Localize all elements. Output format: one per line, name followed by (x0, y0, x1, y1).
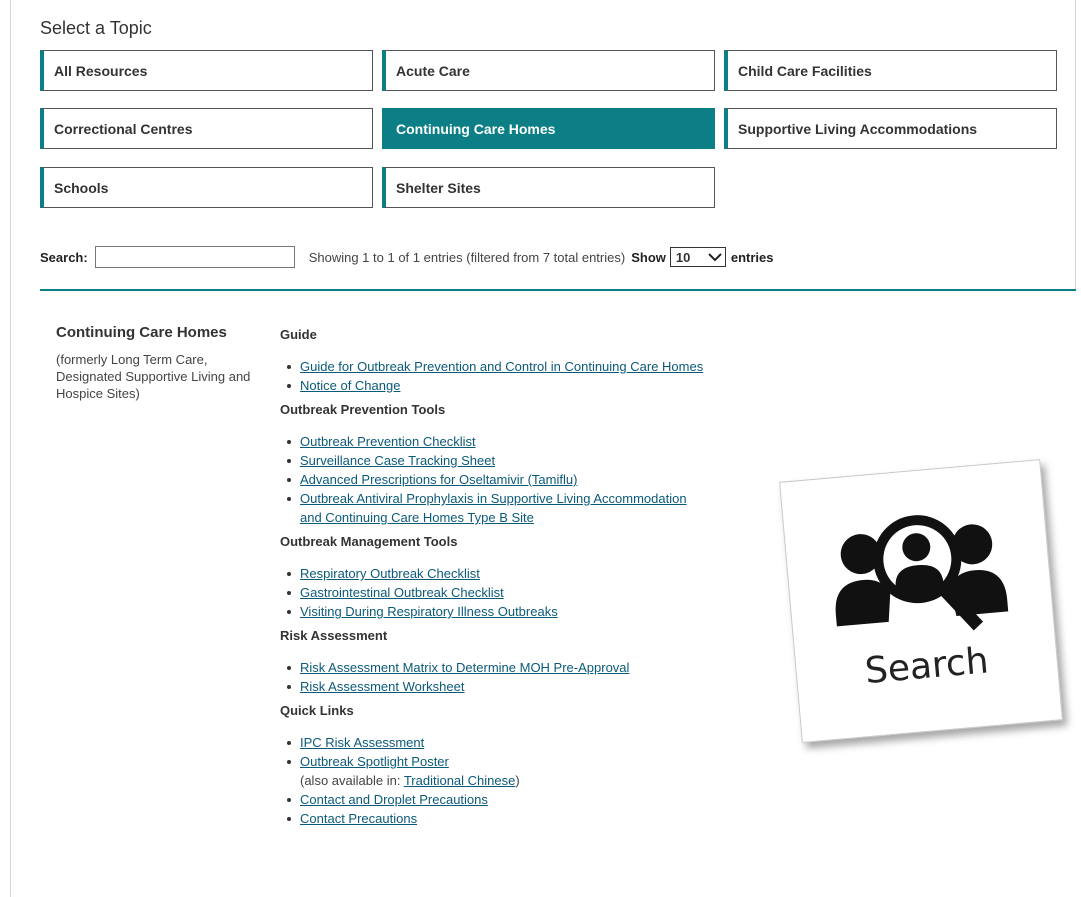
section-title-guide: Guide (280, 327, 317, 342)
list-item: Visiting During Respiratory Illness Outb… (280, 602, 720, 621)
list-item: Risk Assessment Matrix to Determine MOH … (280, 658, 720, 677)
list-item: Contact and Droplet Precautions (280, 790, 720, 809)
entries-label: entries (730, 249, 774, 265)
list-item: Contact Precautions (280, 809, 720, 828)
link-outbreak-prevention-checklist[interactable]: Outbreak Prevention Checklist (300, 434, 476, 449)
page-size-select[interactable]: 10 (669, 247, 726, 267)
topic-button-acute-care[interactable]: Acute Care (382, 50, 715, 91)
section-title-quick-links: Quick Links (280, 703, 354, 718)
list-item: IPC Risk Assessment (280, 733, 720, 752)
link-risk-worksheet[interactable]: Risk Assessment Worksheet (300, 679, 464, 694)
poster-note-prefix: (also available in: (300, 773, 404, 788)
topic-button-all-resources[interactable]: All Resources (40, 50, 373, 91)
list-item: Gastrointestinal Outbreak Checklist (280, 583, 720, 602)
link-spotlight-poster[interactable]: Outbreak Spotlight Poster (300, 754, 449, 769)
list-item: Respiratory Outbreak Checklist (280, 564, 720, 583)
link-ipc-risk-assessment[interactable]: IPC Risk Assessment (300, 735, 424, 750)
search-input[interactable] (94, 246, 295, 268)
topic-button-shelter-sites[interactable]: Shelter Sites (382, 167, 715, 208)
list-item: Outbreak Prevention Checklist (280, 432, 720, 451)
quick-links: IPC Risk Assessment Outbreak Spotlight P… (280, 733, 720, 828)
link-surveillance-tracking-sheet[interactable]: Surveillance Case Tracking Sheet (300, 453, 495, 468)
topic-button-supportive-living[interactable]: Supportive Living Accommodations (724, 108, 1057, 149)
page-size-value: 10 (675, 249, 691, 265)
list-item: Risk Assessment Worksheet (280, 677, 720, 696)
risk-links: Risk Assessment Matrix to Determine MOH … (280, 658, 720, 696)
management-links: Respiratory Outbreak Checklist Gastroint… (280, 564, 720, 621)
section-title-risk: Risk Assessment (280, 628, 388, 643)
link-respiratory-checklist[interactable]: Respiratory Outbreak Checklist (300, 566, 480, 581)
link-gastrointestinal-checklist[interactable]: Gastrointestinal Outbreak Checklist (300, 585, 504, 600)
topic-button-correctional-centres[interactable]: Correctional Centres (40, 108, 373, 149)
topic-button-continuing-care-homes[interactable]: Continuing Care Homes (382, 108, 715, 149)
link-antiviral-prophylaxis[interactable]: Outbreak Antiviral Prophylaxis in Suppor… (300, 491, 687, 525)
list-item: Outbreak Spotlight Poster (also availabl… (280, 752, 720, 790)
list-item: Advanced Prescriptions for Oseltamivir (… (280, 470, 720, 489)
link-guide-outbreak-prevention[interactable]: Guide for Outbreak Prevention and Contro… (300, 359, 703, 374)
guide-links: Guide for Outbreak Prevention and Contro… (280, 357, 720, 395)
link-notice-of-change[interactable]: Notice of Change (300, 378, 400, 393)
link-visiting-during-outbreaks[interactable]: Visiting During Respiratory Illness Outb… (300, 604, 558, 619)
topic-button-schools[interactable]: Schools (40, 167, 373, 208)
section-title-prevention: Outbreak Prevention Tools (280, 402, 446, 417)
section-title-management: Outbreak Management Tools (280, 534, 458, 549)
people-search-icon (835, 515, 1009, 631)
link-contact-precautions[interactable]: Contact Precautions (300, 811, 417, 826)
list-item: Notice of Change (280, 376, 720, 395)
link-risk-matrix[interactable]: Risk Assessment Matrix to Determine MOH … (300, 660, 629, 675)
entry-title: Continuing Care Homes (56, 324, 227, 341)
entries-info: Showing 1 to 1 of 1 entries (filtered fr… (308, 249, 626, 265)
link-contact-droplet[interactable]: Contact and Droplet Precautions (300, 792, 488, 807)
poster-note-suffix: ) (515, 773, 520, 788)
link-traditional-chinese[interactable]: Traditional Chinese (404, 773, 516, 788)
table-controls: Search: Showing 1 to 1 of 1 entries (fil… (40, 244, 774, 270)
entry-note: (formerly Long Term Care, Designated Sup… (56, 352, 251, 401)
list-item: Outbreak Antiviral Prophylaxis in Suppor… (280, 489, 700, 527)
list-item: Surveillance Case Tracking Sheet (280, 451, 720, 470)
show-label: Show (631, 249, 666, 265)
topic-button-child-care[interactable]: Child Care Facilities (724, 50, 1057, 91)
search-label: Search: (40, 249, 88, 265)
search-overlay-card[interactable]: Search (779, 459, 1063, 743)
resource-list: Guide Guide for Outbreak Prevention and … (280, 327, 720, 828)
entry-header: Continuing Care Homes (formerly Long Ter… (56, 324, 256, 402)
prevention-links: Outbreak Prevention Checklist Surveillan… (280, 432, 720, 527)
chevron-down-icon (708, 253, 722, 262)
link-advanced-prescriptions[interactable]: Advanced Prescriptions for Oseltamivir (… (300, 472, 577, 487)
list-item: Guide for Outbreak Prevention and Contro… (280, 357, 720, 376)
topic-heading: Select a Topic (40, 18, 152, 38)
